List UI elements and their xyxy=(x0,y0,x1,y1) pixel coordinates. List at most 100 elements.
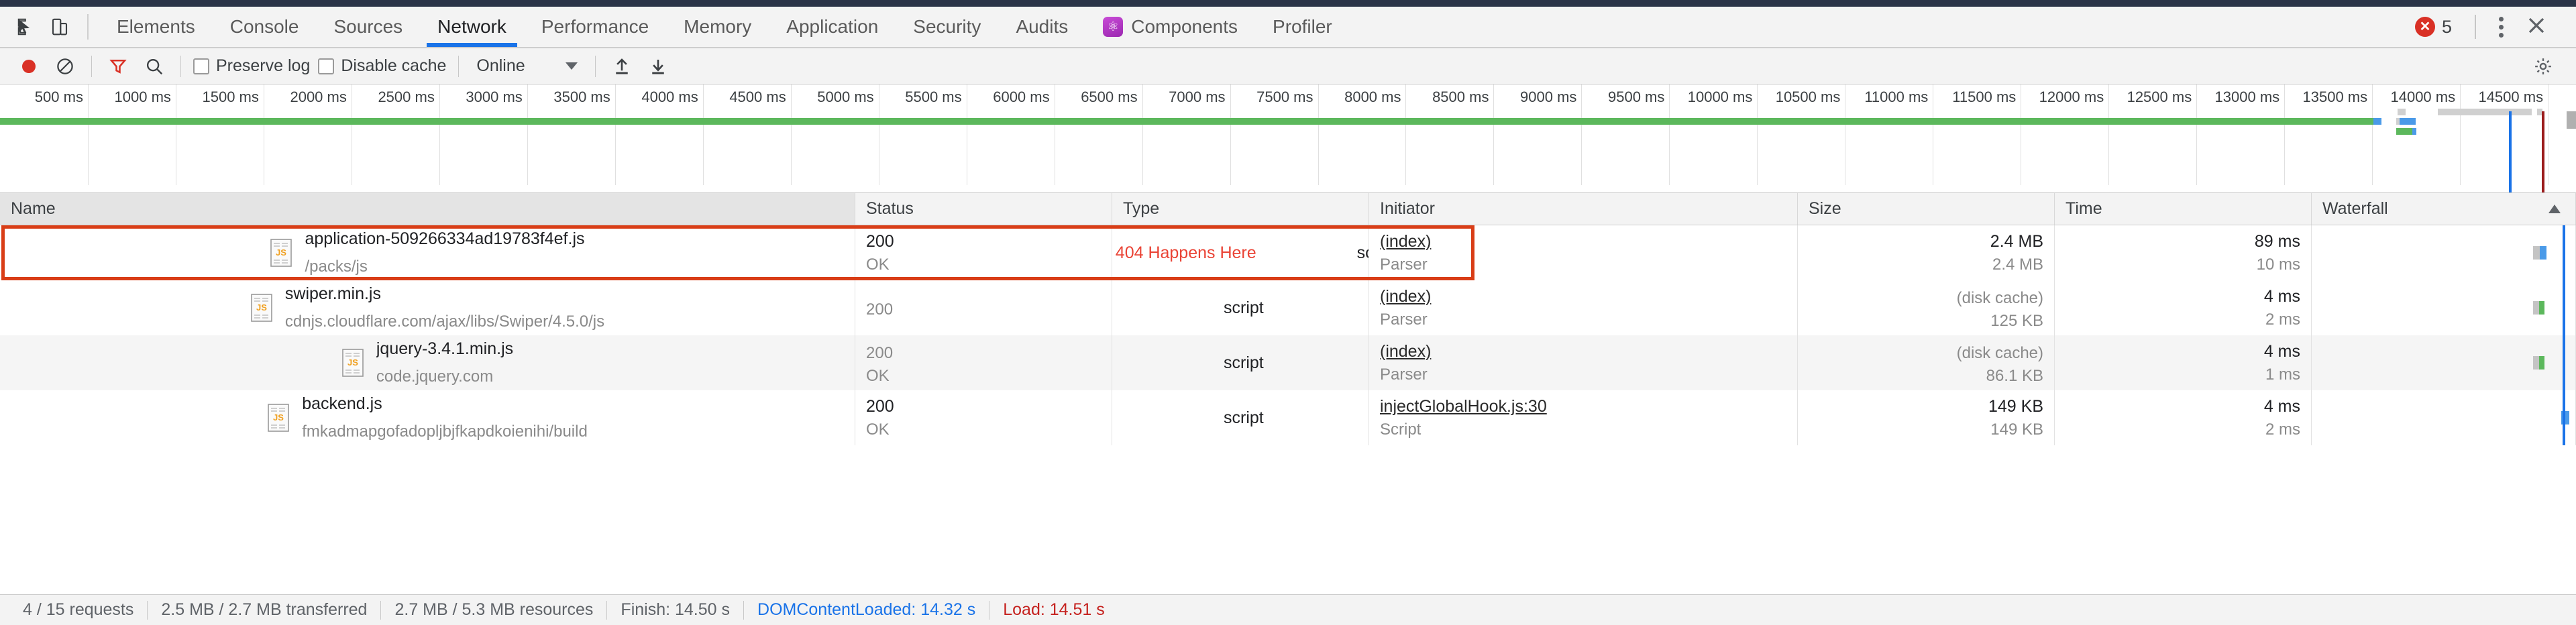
search-icon[interactable] xyxy=(136,50,172,82)
column-header-waterfall[interactable]: Waterfall xyxy=(2312,193,2576,225)
cell-waterfall[interactable] xyxy=(2312,280,2576,335)
cell-initiator[interactable]: (index) Parser xyxy=(1369,335,1798,390)
initiator-link[interactable]: (index) xyxy=(1380,342,1786,361)
cell-type: script xyxy=(1112,390,1369,445)
preserve-log-label: Preserve log xyxy=(216,56,311,75)
timeline-tick-label: 8000 ms xyxy=(1344,89,1401,105)
cell-type: IF 404 Happens Here script xyxy=(1112,225,1369,280)
disable-cache-checkbox[interactable]: Disable cache xyxy=(314,56,450,76)
timeline-tick-label: 13000 ms xyxy=(2214,89,2280,105)
js-file-icon: JS xyxy=(251,294,272,322)
tab-security[interactable]: Security xyxy=(896,7,998,47)
table-empty-area xyxy=(0,445,2576,546)
column-header-type[interactable]: Type xyxy=(1112,193,1369,225)
cell-name-text: jquery-3.4.1.min.js code.jquery.com xyxy=(376,337,513,388)
table-row[interactable]: JS backend.js fmkadmapgofadopljbjfkapdko… xyxy=(0,390,2576,445)
column-header-time[interactable]: Time xyxy=(2055,193,2312,225)
cell-time: 4 ms 2 ms xyxy=(2055,280,2312,335)
preserve-log-checkbox[interactable]: Preserve log xyxy=(189,56,314,76)
dom-content-loaded-line xyxy=(2563,280,2565,335)
cell-initiator[interactable]: (index) Parser xyxy=(1369,225,1798,280)
request-type: script xyxy=(1224,408,1264,427)
checkbox-box xyxy=(193,58,209,74)
device-toolbar-icon[interactable] xyxy=(43,11,76,42)
cell-initiator[interactable]: (index) Parser xyxy=(1369,280,1798,335)
waterfall-bar xyxy=(2539,356,2544,370)
cell-name[interactable]: JS swiper.min.js cdnjs.cloudflare.com/aj… xyxy=(0,280,855,335)
toolbar-divider-4 xyxy=(594,55,596,77)
column-header-name[interactable]: Name xyxy=(0,193,855,225)
status-code: 200 xyxy=(866,300,894,319)
record-icon[interactable] xyxy=(11,50,47,82)
cell-status: 200 OK xyxy=(855,335,1112,390)
tab-performance[interactable]: Performance xyxy=(524,7,666,47)
throttling-dropdown[interactable]: Online xyxy=(467,56,586,76)
tab-elements[interactable]: Elements xyxy=(99,7,213,47)
import-har-icon[interactable] xyxy=(604,50,640,82)
timeline-tick-label: 3000 ms xyxy=(466,89,523,105)
timeline-tick-label: 5000 ms xyxy=(817,89,874,105)
waterfall-bar xyxy=(2533,356,2539,370)
cell-size: 149 KB 149 KB xyxy=(1798,390,2055,445)
initiator-link[interactable]: (index) xyxy=(1380,287,1786,306)
request-path: cdnjs.cloudflare.com/ajax/libs/Swiper/4.… xyxy=(284,312,605,331)
overview-right-handle[interactable] xyxy=(2567,111,2576,129)
cell-waterfall[interactable] xyxy=(2312,335,2576,390)
toolbar-divider-2 xyxy=(180,55,181,77)
time-sub: 2 ms xyxy=(2265,420,2300,439)
clear-icon[interactable] xyxy=(47,50,83,82)
table-row[interactable]: JS application-509266334ad19783f4ef.js /… xyxy=(0,225,2576,280)
column-header-initiator[interactable]: Initiator xyxy=(1369,193,1798,225)
cell-name[interactable]: JS backend.js fmkadmapgofadopljbjfkapdko… xyxy=(0,390,855,445)
kebab-menu-icon[interactable] xyxy=(2488,10,2514,44)
status-resources: 2.7 MB / 5.3 MB resources xyxy=(394,600,594,619)
inspect-element-icon[interactable] xyxy=(9,11,43,42)
sort-ascending-icon xyxy=(2548,205,2561,213)
initiator-link[interactable]: (index) xyxy=(1380,232,1786,251)
status-text: OK xyxy=(866,255,890,274)
close-icon[interactable] xyxy=(2514,11,2559,43)
request-name: application-509266334ad19783f4ef.js xyxy=(305,229,585,249)
column-header-status[interactable]: Status xyxy=(855,193,1112,225)
status-code: 200 xyxy=(866,396,894,416)
cell-waterfall[interactable] xyxy=(2312,390,2576,445)
overview-request-chip xyxy=(2396,128,2412,135)
error-count-badge[interactable]: ✕ 5 xyxy=(2404,17,2463,38)
export-har-icon[interactable] xyxy=(640,50,676,82)
tab-sources[interactable]: Sources xyxy=(316,7,420,47)
size-value: 2.4 MB xyxy=(1990,231,2043,251)
timeline-tick-label: 1000 ms xyxy=(114,89,171,105)
column-header-size[interactable]: Size xyxy=(1798,193,2055,225)
table-row[interactable]: JS swiper.min.js cdnjs.cloudflare.com/aj… xyxy=(0,280,2576,335)
tab-profiler[interactable]: Profiler xyxy=(1255,7,1350,47)
overview-request-chip xyxy=(2438,109,2532,115)
cell-status: 200 OK xyxy=(855,225,1112,280)
initiator-type: Script xyxy=(1380,420,1421,439)
tab-components[interactable]: ⚛ Components xyxy=(1085,7,1255,47)
cell-waterfall[interactable] xyxy=(2312,225,2576,280)
cell-name[interactable]: JS jquery-3.4.1.min.js code.jquery.com xyxy=(0,335,855,390)
tab-label: Network xyxy=(437,16,506,37)
initiator-link[interactable]: injectGlobalHook.js:30 xyxy=(1380,397,1786,416)
gear-icon[interactable] xyxy=(2525,50,2561,82)
time-sub: 10 ms xyxy=(2256,255,2300,274)
table-row[interactable]: JS jquery-3.4.1.min.js code.jquery.com 2… xyxy=(0,335,2576,390)
cell-name[interactable]: JS application-509266334ad19783f4ef.js /… xyxy=(0,225,855,280)
filter-icon[interactable] xyxy=(100,50,136,82)
load-event-line xyxy=(2542,111,2544,192)
tab-network[interactable]: Network xyxy=(420,7,524,47)
cell-size: (disk cache) 125 KB xyxy=(1798,280,2055,335)
annotation-label: IF 404 Happens Here xyxy=(1112,243,1256,262)
cell-name-text: application-509266334ad19783f4ef.js /pac… xyxy=(305,227,584,278)
network-overview[interactable]: 500 ms 1000 ms 1500 ms 2000 ms 2500 ms 3000 m… xyxy=(0,84,2576,193)
status-requests: 4 / 15 requests xyxy=(23,600,134,619)
tab-console[interactable]: Console xyxy=(213,7,317,47)
cell-initiator[interactable]: injectGlobalHook.js:30 Script xyxy=(1369,390,1798,445)
svg-text:JS: JS xyxy=(276,247,287,258)
tab-memory[interactable]: Memory xyxy=(666,7,769,47)
tab-application[interactable]: Application xyxy=(769,7,896,47)
tab-audits[interactable]: Audits xyxy=(998,7,1085,47)
tab-label: Application xyxy=(786,16,879,37)
tab-label: Sources xyxy=(333,16,403,37)
window-title-strip xyxy=(0,0,2576,7)
